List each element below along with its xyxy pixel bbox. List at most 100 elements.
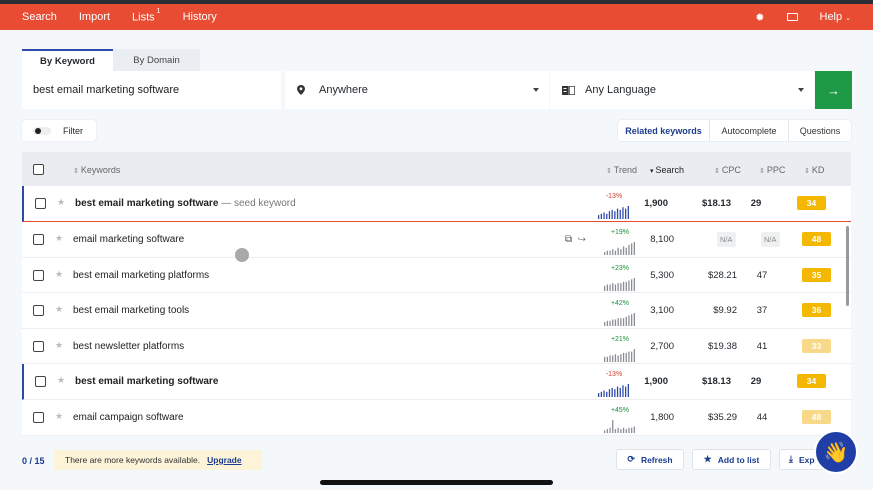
trend-sparkline: [604, 313, 635, 326]
keyword-label: email campaign software: [73, 412, 184, 423]
keyword-text[interactable]: best email marketing tools: [73, 305, 189, 316]
nav-history[interactable]: History: [183, 11, 217, 23]
star-icon[interactable]: ★: [55, 411, 63, 422]
upgrade-link[interactable]: Upgrade: [207, 455, 241, 465]
table-row[interactable]: ★ best newsletter platforms +21% 2,700 $19.3…: [22, 328, 851, 364]
star-icon[interactable]: ★: [55, 340, 63, 351]
sparkline-bar: [609, 355, 611, 362]
nav-lists[interactable]: Lists1: [132, 8, 161, 24]
keyword-text[interactable]: best newsletter platforms: [73, 341, 184, 352]
search-volume: 8,100: [650, 234, 674, 245]
star-icon[interactable]: ★: [55, 269, 63, 280]
header-cpc[interactable]: ⇕ CPC: [714, 165, 741, 175]
sparkline-bar: [608, 389, 611, 397]
sparkline-bar: [612, 355, 614, 362]
keyword-label: best email marketing tools: [73, 305, 190, 316]
table-row[interactable]: ★ email marketing software ⧉ ↪ +19% 8,100 N/A…: [22, 222, 851, 258]
trend-sparkline: [604, 420, 635, 433]
header-kd[interactable]: ⇕ KD: [804, 165, 824, 175]
keyword-text[interactable]: best email marketing platforms: [73, 270, 209, 281]
row-checkbox[interactable]: [33, 340, 44, 352]
sparkline-bar: [604, 430, 606, 433]
kd-badge: 35: [802, 267, 831, 282]
star-icon[interactable]: ★: [55, 233, 63, 244]
row-checkbox[interactable]: [33, 269, 44, 281]
sparkline-bar: [609, 427, 611, 433]
refresh-button[interactable]: ⟳ Refresh: [616, 449, 684, 470]
row-checkbox[interactable]: [33, 412, 44, 423]
sparkline-bar: [609, 320, 611, 326]
header-keywords[interactable]: ⇕ Keywords: [73, 165, 120, 175]
location-select[interactable]: Anywhere: [285, 71, 549, 109]
results-view-tabs: Related keywords Autocomplete Questions: [618, 120, 851, 141]
chat-widget-button[interactable]: 👋: [814, 430, 858, 474]
tab-by-keyword[interactable]: By Keyword: [22, 49, 113, 71]
table-row[interactable]: ★ best email marketing platforms +23% 5,300…: [22, 257, 851, 293]
header-keywords-label: Keywords: [80, 165, 121, 175]
download-icon: ⤓: [789, 454, 793, 464]
row-checkbox[interactable]: [33, 305, 44, 316]
selection-count: 0 / 15: [22, 456, 45, 466]
filter-toggle[interactable]: Filter: [22, 120, 96, 141]
search-volume: 2,700: [650, 340, 674, 352]
select-all-checkbox[interactable]: [33, 164, 44, 175]
table-scrollbar[interactable]: [846, 226, 849, 306]
language-select[interactable]: Any Language: [550, 71, 814, 109]
gear-icon[interactable]: ✹: [755, 11, 764, 24]
star-icon[interactable]: ★: [55, 304, 63, 315]
keyword-input[interactable]: [22, 71, 281, 109]
sparkline-bar: [606, 284, 608, 291]
table-row[interactable]: ★ best email marketing software — seed ke…: [22, 186, 851, 222]
cpc-value: $35.29: [707, 412, 737, 423]
search-submit-button[interactable]: →: [815, 71, 852, 109]
sparkline-bar: [614, 319, 617, 326]
row-checkbox[interactable]: [35, 376, 46, 387]
tab-autocomplete[interactable]: Autocomplete: [710, 120, 789, 141]
sort-icon: ⇕: [804, 168, 810, 175]
tab-by-domain[interactable]: By Domain: [113, 49, 200, 71]
header-search[interactable]: ▾ Search: [650, 165, 684, 175]
add-to-list-button[interactable]: ★ Add to list: [692, 449, 771, 470]
refresh-icon: ⟳: [627, 454, 635, 464]
star-icon[interactable]: ★: [57, 375, 65, 386]
open-related-icon[interactable]: ↪: [578, 234, 586, 245]
sparkline-bar: [606, 356, 608, 362]
sparkline-bar: [606, 320, 608, 326]
sparkline-bar: [600, 391, 602, 397]
kd-badge: 36: [802, 303, 831, 317]
table-row[interactable]: ★ email campaign software +45% 1,800 $35.29 4…: [22, 400, 851, 436]
table-row[interactable]: ★ best email marketing software -13% 1,900 $…: [22, 364, 851, 400]
tab-related-keywords[interactable]: Related keywords: [618, 120, 710, 141]
cursor-indicator: [235, 248, 249, 262]
header-ppc[interactable]: ⇕ PPC: [759, 165, 785, 175]
table-footer: 0 / 15 There are more keywords available…: [0, 448, 873, 474]
sparkline-bar: [619, 387, 621, 397]
keyboard-icon[interactable]: [786, 13, 798, 21]
sparkline-bar: [612, 319, 614, 326]
help-menu[interactable]: Help ⌄: [820, 11, 852, 23]
sparkline-bar: [609, 250, 611, 255]
tab-questions[interactable]: Questions: [789, 120, 851, 141]
row-checkbox[interactable]: [33, 234, 44, 245]
star-icon[interactable]: ★: [57, 197, 65, 208]
sparkline-bar: [631, 243, 633, 255]
nav-import[interactable]: Import: [79, 11, 110, 23]
header-trend[interactable]: ⇕ Trend: [606, 165, 637, 175]
toggle-switch[interactable]: [33, 126, 51, 135]
trend-sparkline: [598, 206, 629, 219]
cpc-value: $18.13: [701, 198, 731, 209]
nav-search[interactable]: Search: [22, 11, 57, 23]
keyword-text[interactable]: best email marketing software: [75, 376, 218, 387]
row-checkbox[interactable]: [35, 198, 46, 209]
sparkline-bar: [614, 353, 617, 362]
table-row[interactable]: ★ best email marketing tools +42% 3,100 $9.9…: [22, 293, 851, 329]
copy-icon[interactable]: ⧉: [565, 234, 572, 245]
keyword-text[interactable]: email campaign software: [73, 412, 184, 423]
search-row: Anywhere Any Language →: [22, 71, 852, 109]
sparkline-bar: [617, 282, 619, 291]
sparkline-bar: [625, 386, 627, 397]
sparkline-bar: [620, 282, 622, 291]
sparkline-bar: [598, 393, 600, 397]
keyword-text[interactable]: email marketing software: [73, 234, 184, 245]
keyword-text[interactable]: best email marketing software — seed key…: [75, 198, 296, 209]
